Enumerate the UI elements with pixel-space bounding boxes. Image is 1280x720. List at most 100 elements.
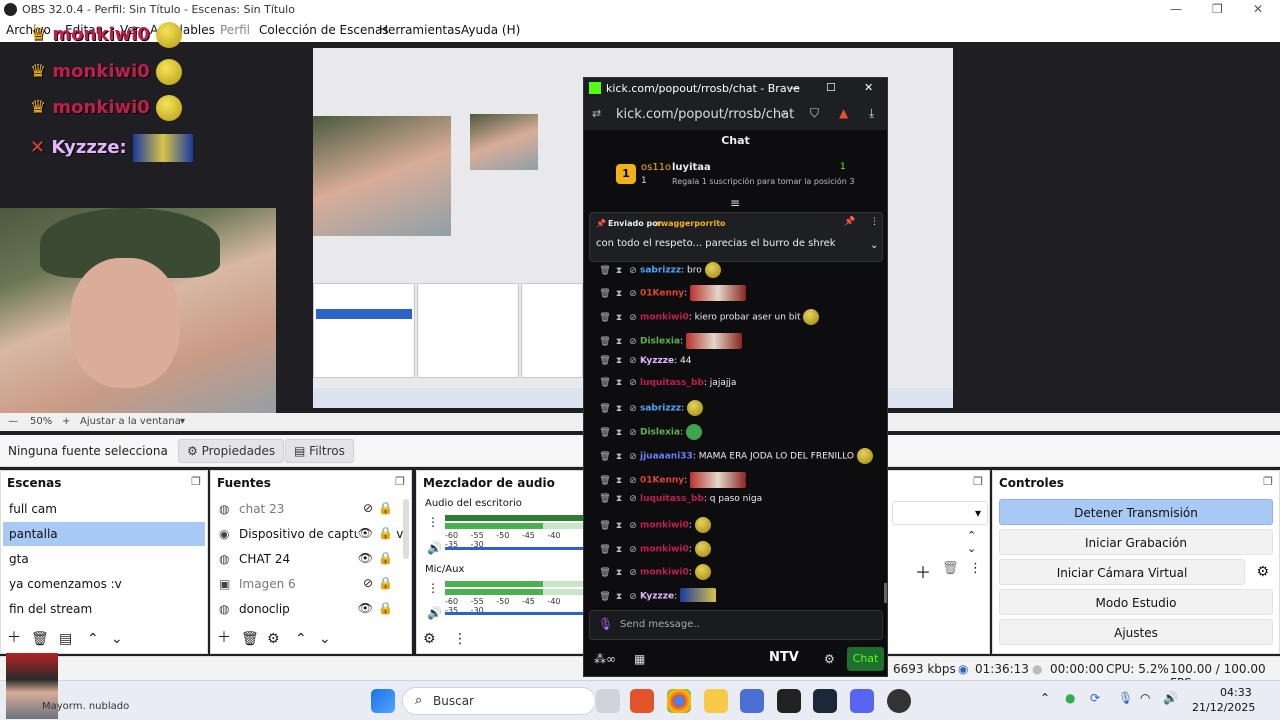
spin-arrows-icon[interactable]: ⌃ ⌄ [967, 529, 976, 555]
lock-icon[interactable]: 🔒 [378, 576, 393, 590]
zoom-in-button[interactable]: + [62, 416, 70, 427]
emote-picker-icon[interactable]: ⁂∞ [594, 652, 616, 666]
move-up-icon[interactable]: ⌃ [87, 631, 99, 647]
menu-perfil[interactable]: Perfil [220, 23, 250, 37]
add-transition-icon[interactable]: ＋ [915, 559, 931, 583]
close-button[interactable]: ✕ [1253, 2, 1263, 16]
site-settings-icon[interactable]: ⇄ [592, 107, 601, 120]
brave-shield-icon[interactable]: ⛉ [810, 106, 819, 121]
gear-icon[interactable]: ⚙ [1256, 564, 1269, 580]
minimize-button[interactable]: — [1170, 2, 1182, 16]
eye-icon[interactable]: 👁 [357, 526, 373, 540]
eye-icon[interactable]: 👁 [358, 601, 373, 615]
gift-icon[interactable]: ▦ [634, 652, 645, 666]
kebab-menu-icon[interactable]: ⋮ [870, 217, 879, 227]
tray-chevron-icon[interactable]: ⌃ [1040, 691, 1050, 705]
discord-icon[interactable] [850, 689, 874, 713]
chevron-down-icon[interactable]: ⌄ [870, 240, 878, 251]
clock-date[interactable]: 21/12/2025 [1192, 701, 1255, 714]
start-recording-button[interactable]: Iniciar Grabación [999, 529, 1273, 555]
properties-button[interactable]: ⚙ Propiedades [178, 439, 285, 463]
eye-icon[interactable]: 👁 [358, 551, 373, 565]
menu-ayuda[interactable]: Ayuda (H) [461, 23, 520, 37]
sources-scrollbar[interactable] [403, 499, 409, 559]
transition-select[interactable]: ▾ [892, 501, 988, 525]
volume-icon[interactable]: 🔊 [1163, 691, 1178, 705]
lock-icon[interactable]: 🔒 [378, 551, 393, 565]
trash-icon[interactable]: 🗑 [241, 631, 259, 647]
filter-icon[interactable]: ▤ [59, 631, 72, 647]
source-item[interactable]: ◍ chat 23 ⊘ 🔒 [213, 497, 403, 521]
lock-icon[interactable]: 🔒 [378, 501, 393, 515]
wifi-icon[interactable]: ◠ [1140, 691, 1150, 705]
settings-button[interactable]: Ajustes [999, 619, 1273, 645]
gear-icon[interactable]: ⚙ [267, 631, 280, 647]
maximize-button[interactable]: ☐ [826, 81, 836, 94]
trash-icon[interactable]: 🗑 [31, 631, 49, 647]
chrome-icon[interactable] [667, 689, 691, 713]
move-down-icon[interactable]: ⌄ [111, 631, 123, 647]
add-source-icon[interactable]: ＋ [217, 627, 231, 647]
expand-icon[interactable]: ≡ [730, 196, 740, 210]
eye-hidden-icon[interactable]: ⊘ [363, 501, 373, 515]
scene-item[interactable]: fin del stream [3, 597, 205, 621]
lock-icon[interactable]: 🔒 [378, 526, 393, 540]
volume-slider[interactable] [445, 547, 585, 550]
clock-time[interactable]: 04:33 [1220, 686, 1252, 699]
zoom-fit-select[interactable]: Ajustar a la ventana [80, 416, 181, 427]
source-item[interactable]: ◍ donoclip 👁 🔒 [213, 597, 403, 621]
url-text[interactable]: kick.com/popout/rrosb/chat [616, 107, 794, 122]
epic-games-icon[interactable] [777, 689, 801, 713]
pinned-by-user[interactable]: swaggerporrito [656, 219, 726, 228]
kebab-menu-icon[interactable]: ⋮ [969, 561, 982, 576]
minimize-button[interactable]: — [789, 81, 800, 94]
task-view-icon[interactable] [596, 689, 620, 713]
chevron-down-icon[interactable]: ▾ [180, 416, 185, 427]
message-input[interactable]: 🎙 Send message.. [589, 610, 883, 640]
address-bar[interactable]: ⇄ kick.com/popout/rrosb/chat ⌕ ⛉ ▲ ⤓ [584, 100, 887, 130]
steam-icon[interactable] [813, 689, 837, 713]
microphone-icon[interactable]: 🎙 [1118, 691, 1133, 705]
speaker-icon[interactable]: 🔊 [427, 541, 442, 555]
mixer-settings-icon[interactable]: ⚙ [423, 631, 436, 647]
menu-herramientas[interactable]: Herramientas [379, 23, 461, 37]
close-button[interactable]: ✕ [864, 81, 873, 94]
eye-hidden-icon[interactable]: ⊘ [363, 576, 373, 590]
obs-icon[interactable] [887, 689, 911, 713]
windows-start-icon[interactable] [371, 689, 395, 713]
volume-slider[interactable] [445, 612, 585, 615]
stop-stream-button[interactable]: Detener Transmisión [999, 499, 1273, 525]
source-item[interactable]: ◉Dispositivo de captura de vídeo👁🔒 [213, 522, 403, 546]
tray-app-icon[interactable]: ● [1065, 691, 1075, 705]
send-chat-button[interactable]: Chat [847, 647, 884, 671]
leader-user[interactable]: luyitaa [672, 162, 711, 173]
chat-scrollbar[interactable] [884, 583, 887, 603]
undock-icon[interactable]: ❐ [191, 475, 201, 488]
scene-item[interactable]: gta [3, 547, 205, 571]
leader-user[interactable]: os11o [641, 162, 671, 173]
download-icon[interactable]: ⤓ [869, 106, 874, 121]
kebab-menu-icon[interactable]: ⋮ [427, 581, 439, 595]
kebab-menu-icon[interactable]: ⋮ [453, 631, 467, 647]
tray-sync-icon[interactable]: ⟳ [1090, 691, 1100, 705]
move-up-icon[interactable]: ⌃ [295, 631, 307, 647]
studio-mode-button[interactable]: Modo Estudio [999, 589, 1273, 615]
filters-button[interactable]: ▤ Filtros [285, 439, 354, 463]
undock-icon[interactable]: ❐ [1263, 475, 1273, 488]
file-explorer-icon[interactable] [704, 689, 728, 713]
speaker-icon[interactable]: 🔊 [427, 606, 442, 620]
microphone-icon[interactable]: 🎙 [598, 617, 613, 631]
zoom-icon[interactable]: ⌕ [780, 106, 787, 121]
scene-item[interactable]: full cam [3, 497, 205, 521]
trash-icon[interactable]: 🗑 [942, 561, 959, 576]
undock-icon[interactable]: ❐ [395, 475, 405, 488]
brave-icon[interactable] [630, 689, 654, 713]
taskbar-search[interactable]: ⌕ Buscar [402, 687, 596, 715]
store-icon[interactable] [740, 689, 764, 713]
pin-icon[interactable]: 📌 [844, 217, 855, 227]
scene-item[interactable]: ya comenzamos :v [3, 572, 205, 596]
source-item[interactable]: ▣ Imagen 6 ⊘ 🔒 [213, 572, 403, 596]
kebab-menu-icon[interactable]: ⋮ [427, 515, 439, 529]
gear-icon[interactable]: ⚙ [824, 652, 835, 666]
scene-item[interactable]: pantalla [3, 522, 205, 546]
